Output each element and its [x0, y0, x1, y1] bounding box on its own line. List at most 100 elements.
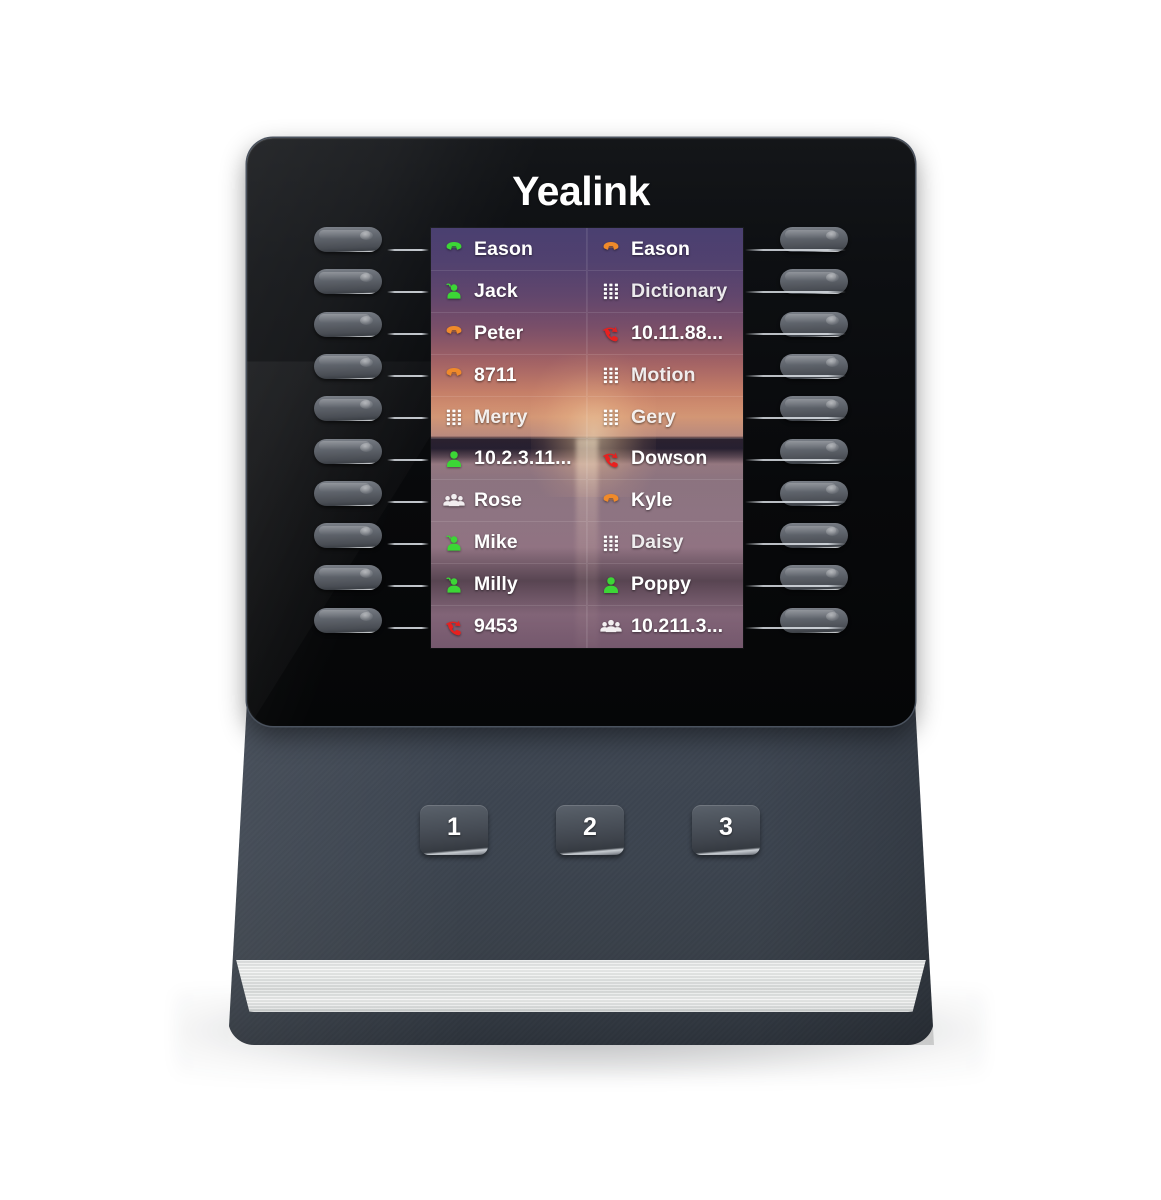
hardware-line-key-right-2[interactable] [780, 269, 848, 295]
group-white-icon [600, 616, 622, 638]
page-button-2-label: 2 [583, 813, 597, 841]
line-key-left-2[interactable]: Jack [431, 271, 586, 313]
line-key-left-3[interactable]: Peter [431, 313, 586, 355]
lcd-screen[interactable]: Eason Jack Peter 8711 Merry 10.2.3.11... Rose M… [431, 228, 743, 648]
line-key-left-4[interactable]: 8711 [431, 355, 586, 397]
page-button-3-label: 3 [719, 813, 733, 841]
line-key-label: 9453 [474, 615, 518, 638]
dialpad-white-icon [600, 280, 622, 302]
phone-incoming-red-icon [443, 616, 465, 638]
phone-handset-orange-icon [443, 322, 465, 344]
page-button-3[interactable]: 3 [692, 805, 760, 855]
line-key-label: 10.211.3... [631, 615, 724, 638]
dialpad-white-icon [600, 364, 622, 386]
hardware-line-key-right-6[interactable] [780, 438, 848, 464]
line-key-left-1[interactable]: Eason [431, 229, 586, 271]
line-key-right-8[interactable]: Daisy [588, 522, 743, 565]
line-key-label: Kyle [631, 489, 673, 512]
line-key-left-6[interactable]: 10.2.3.11... [431, 439, 586, 481]
phone-handset-orange-icon [443, 364, 465, 386]
line-key-column-left: Eason Jack Peter 8711 Merry 10.2.3.11... Rose M… [431, 228, 587, 648]
line-key-label: Eason [631, 237, 691, 260]
user-headset-green-icon [443, 280, 465, 302]
hardware-line-key-right-7[interactable] [780, 480, 848, 506]
phone-incoming-red-icon [600, 448, 622, 470]
line-key-lead-left-7 [387, 501, 429, 503]
line-key-label: Poppy [631, 573, 692, 596]
line-key-left-8[interactable]: Mike [431, 522, 586, 565]
hardware-line-key-right-8[interactable] [780, 523, 848, 549]
line-key-lead-left-8 [387, 543, 429, 545]
line-key-lead-left-9 [387, 585, 429, 587]
line-key-label: Jack [474, 279, 518, 302]
hardware-line-key-left-5[interactable] [314, 396, 382, 422]
user-green-icon [443, 448, 465, 470]
line-key-right-10[interactable]: 10.211.3... [588, 606, 743, 647]
phone-handset-orange-icon [600, 490, 622, 512]
device-foot-silver-strip [236, 960, 926, 1012]
hardware-line-key-left-10[interactable] [314, 607, 382, 633]
hardware-line-key-right-3[interactable] [780, 311, 848, 337]
line-key-label: Motion [631, 363, 696, 386]
phone-handset-orange-icon [600, 238, 622, 260]
hardware-line-key-left-7[interactable] [314, 480, 382, 506]
line-key-right-5[interactable]: Gery [588, 397, 743, 439]
line-key-label: 8711 [474, 363, 517, 386]
hardware-line-key-left-2[interactable] [314, 269, 382, 295]
line-key-right-6[interactable]: Dowson [588, 439, 743, 481]
line-key-label: Gery [631, 405, 676, 428]
hardware-line-key-right-1[interactable] [780, 227, 848, 252]
line-key-lead-left-10 [387, 627, 429, 629]
user-headset-green-icon [443, 532, 465, 554]
line-key-label: 10.2.3.11... [474, 447, 572, 470]
hardware-line-key-right-9[interactable] [780, 565, 848, 591]
line-key-label: Peter [474, 321, 524, 344]
screenshot-root: 1 2 3 Yealink Eason Jack Peter 8711 Merry 10.… [0, 0, 1161, 1200]
page-button-1-label: 1 [447, 813, 461, 841]
user-headset-green-icon [443, 574, 465, 596]
line-key-right-7[interactable]: Kyle [588, 480, 743, 523]
phone-handset-green-icon [443, 238, 465, 260]
line-key-label: 10.11.88... [631, 321, 724, 344]
dialpad-white-icon [600, 532, 622, 554]
line-key-label: Dictionary [631, 279, 728, 302]
hardware-line-key-left-9[interactable] [314, 565, 382, 591]
hardware-line-key-right-5[interactable] [780, 396, 848, 422]
device-front-panel: Yealink Eason Jack Peter 8711 Merry 10.2.3.11… [247, 138, 915, 726]
line-key-left-10[interactable]: 9453 [431, 606, 586, 647]
hardware-line-key-right-4[interactable] [780, 353, 848, 379]
line-key-left-9[interactable]: Milly [431, 564, 586, 607]
hardware-line-key-left-1[interactable] [314, 227, 382, 252]
line-key-right-2[interactable]: Dictionary [588, 271, 743, 313]
line-key-right-4[interactable]: Motion [588, 355, 743, 397]
line-key-right-1[interactable]: Eason [588, 229, 743, 271]
line-key-label: Daisy [631, 531, 684, 554]
page-button-1[interactable]: 1 [420, 805, 488, 855]
line-key-lead-left-3 [387, 333, 429, 335]
line-key-lead-left-2 [387, 291, 429, 293]
hardware-line-key-left-4[interactable] [314, 353, 382, 379]
page-switch-button-group: 1 2 3 [420, 805, 760, 867]
dialpad-white-icon [600, 406, 622, 428]
line-key-lead-left-1 [387, 249, 429, 251]
group-white-icon [443, 490, 465, 512]
page-button-2[interactable]: 2 [556, 805, 624, 855]
line-key-label: Milly [474, 573, 518, 596]
hardware-line-key-left-8[interactable] [314, 523, 382, 549]
line-key-columns: Eason Jack Peter 8711 Merry 10.2.3.11... Rose M… [431, 228, 743, 648]
hardware-line-key-left-3[interactable] [314, 311, 382, 337]
brand-logo: Yealink [512, 168, 650, 214]
line-key-left-5[interactable]: Merry [431, 397, 586, 439]
line-key-lead-left-4 [387, 375, 429, 377]
line-key-column-right: Eason Dictionary 10.11.88... Motion Gery Dows… [587, 228, 743, 648]
hardware-line-key-left-6[interactable] [314, 438, 382, 464]
line-key-right-3[interactable]: 10.11.88... [588, 313, 743, 355]
user-green-icon [600, 574, 622, 596]
line-key-left-7[interactable]: Rose [431, 480, 586, 523]
line-key-lead-left-6 [387, 459, 429, 461]
dialpad-white-icon [443, 406, 465, 428]
phone-incoming-red-icon [600, 322, 622, 344]
line-key-right-9[interactable]: Poppy [588, 564, 743, 607]
line-key-lead-left-5 [387, 417, 429, 419]
hardware-line-key-right-10[interactable] [780, 607, 848, 633]
